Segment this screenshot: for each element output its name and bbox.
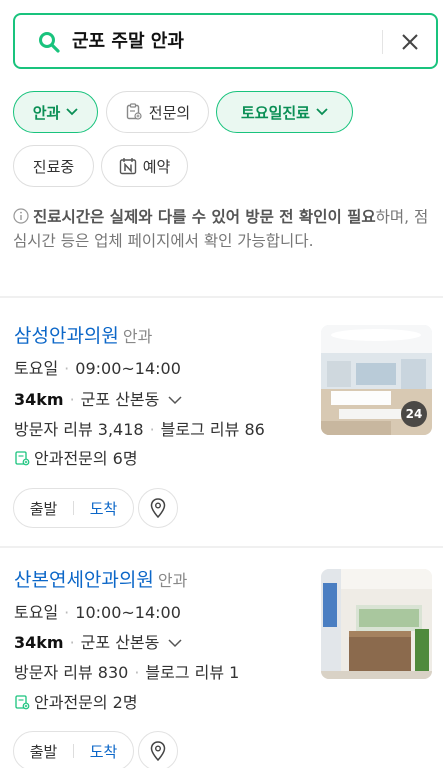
chevron-down-icon[interactable] [168, 396, 182, 405]
place-photo[interactable]: 24 [321, 325, 432, 435]
day-label: 토요일 [14, 603, 59, 622]
distance-label: 34km [14, 390, 64, 409]
place-name[interactable]: 산본연세안과의원 안과 [14, 567, 187, 594]
route-buttons: 출발 도착 [13, 731, 134, 768]
start-button[interactable]: 출발 [14, 498, 73, 519]
route-buttons: 출발 도착 [13, 488, 134, 528]
place-name-text[interactable]: 산본연세안과의원 [14, 569, 154, 591]
filter-chip-label: 예약 [142, 157, 171, 176]
filter-chip-ophthalmology[interactable]: 안과 [13, 91, 98, 133]
blog-reviews: 블로그 리뷰 86 [160, 420, 265, 439]
specialist-doc-icon [15, 451, 30, 466]
area-label: 군포 산본동 [80, 390, 160, 409]
specialist-count: 안과전문의 6명 [34, 449, 138, 468]
clinic-reception-image [321, 569, 432, 679]
specialist-doc-icon [126, 103, 142, 120]
info-icon [13, 208, 29, 224]
filter-chip-saturday[interactable]: 토요일진료 [216, 91, 353, 133]
hours-label: 10:00~14:00 [75, 603, 181, 622]
hours-row: 토요일 · 10:00~14:00 [14, 603, 181, 622]
location-row[interactable]: 34km · 군포 산본동 [14, 388, 182, 412]
map-pin-button[interactable] [138, 488, 178, 528]
notice-bold-text: 진료시간은 실제와 다를 수 있어 방문 전 확인이 필요 [33, 208, 376, 226]
place-photo[interactable] [321, 569, 432, 679]
filter-chip-label: 전문의 [148, 103, 191, 122]
reviews-row: 방문자 리뷰 3,418 · 블로그 리뷰 86 [14, 420, 265, 439]
area-label: 군포 산본동 [80, 633, 160, 652]
chevron-down-icon[interactable] [168, 639, 182, 648]
arrive-button[interactable]: 도착 [74, 741, 133, 762]
chevron-down-icon [316, 108, 328, 116]
search-input[interactable]: 군포 주말 안과 [72, 29, 184, 55]
visitor-reviews: 방문자 리뷰 3,418 [14, 420, 144, 439]
specialist-row: 안과전문의 2명 [14, 691, 138, 715]
blog-reviews: 블로그 리뷰 1 [145, 663, 240, 682]
hours-row: 토요일 · 09:00~14:00 [14, 359, 181, 378]
naver-booking-icon [119, 158, 136, 175]
location-row[interactable]: 34km · 군포 산본동 [14, 631, 182, 655]
filter-chip-label: 안과 [32, 103, 61, 122]
place-category: 안과 [157, 571, 188, 590]
specialist-doc-icon [15, 695, 30, 710]
map-pin-icon [150, 741, 166, 761]
map-pin-button[interactable] [138, 731, 178, 768]
specialist-count: 안과전문의 2명 [34, 693, 138, 712]
result-card[interactable]: 산본연세안과의원 안과 토요일 · 10:00~14:00 34km · 군포 산본동 방… [0, 548, 443, 768]
place-name[interactable]: 삼성안과의원 안과 [14, 323, 152, 350]
visitor-reviews: 방문자 리뷰 830 [14, 663, 129, 682]
search-divider [382, 30, 383, 54]
hours-notice: 진료시간은 실제와 다를 수 있어 방문 전 확인이 필요하며, 점심시간 등은… [13, 205, 433, 253]
filter-chip-open-now[interactable]: 진료중 [13, 145, 94, 187]
search-icon [39, 32, 60, 53]
filter-chip-booking[interactable]: 예약 [101, 145, 188, 187]
map-pin-icon [150, 498, 166, 518]
place-name-text[interactable]: 삼성안과의원 [14, 325, 119, 347]
filter-chip-label: 토요일진료 [240, 103, 310, 122]
chevron-down-icon [66, 108, 78, 116]
filter-chip-specialist[interactable]: 전문의 [106, 91, 209, 133]
close-icon[interactable] [398, 30, 422, 54]
result-card[interactable]: 삼성안과의원 안과 토요일 · 09:00~14:00 34km · 군포 산본동 방문자… [0, 298, 443, 546]
photo-count-badge: 24 [401, 401, 427, 427]
hours-label: 09:00~14:00 [75, 359, 181, 378]
specialist-row: 안과전문의 6명 [14, 447, 138, 471]
reviews-row: 방문자 리뷰 830 · 블로그 리뷰 1 [14, 663, 240, 682]
place-category: 안과 [122, 327, 153, 346]
arrive-button[interactable]: 도착 [74, 498, 133, 519]
start-button[interactable]: 출발 [14, 741, 73, 762]
search-box[interactable]: 군포 주말 안과 [13, 13, 438, 69]
day-label: 토요일 [14, 359, 59, 378]
filter-chip-label: 진료중 [32, 157, 75, 176]
distance-label: 34km [14, 633, 64, 652]
